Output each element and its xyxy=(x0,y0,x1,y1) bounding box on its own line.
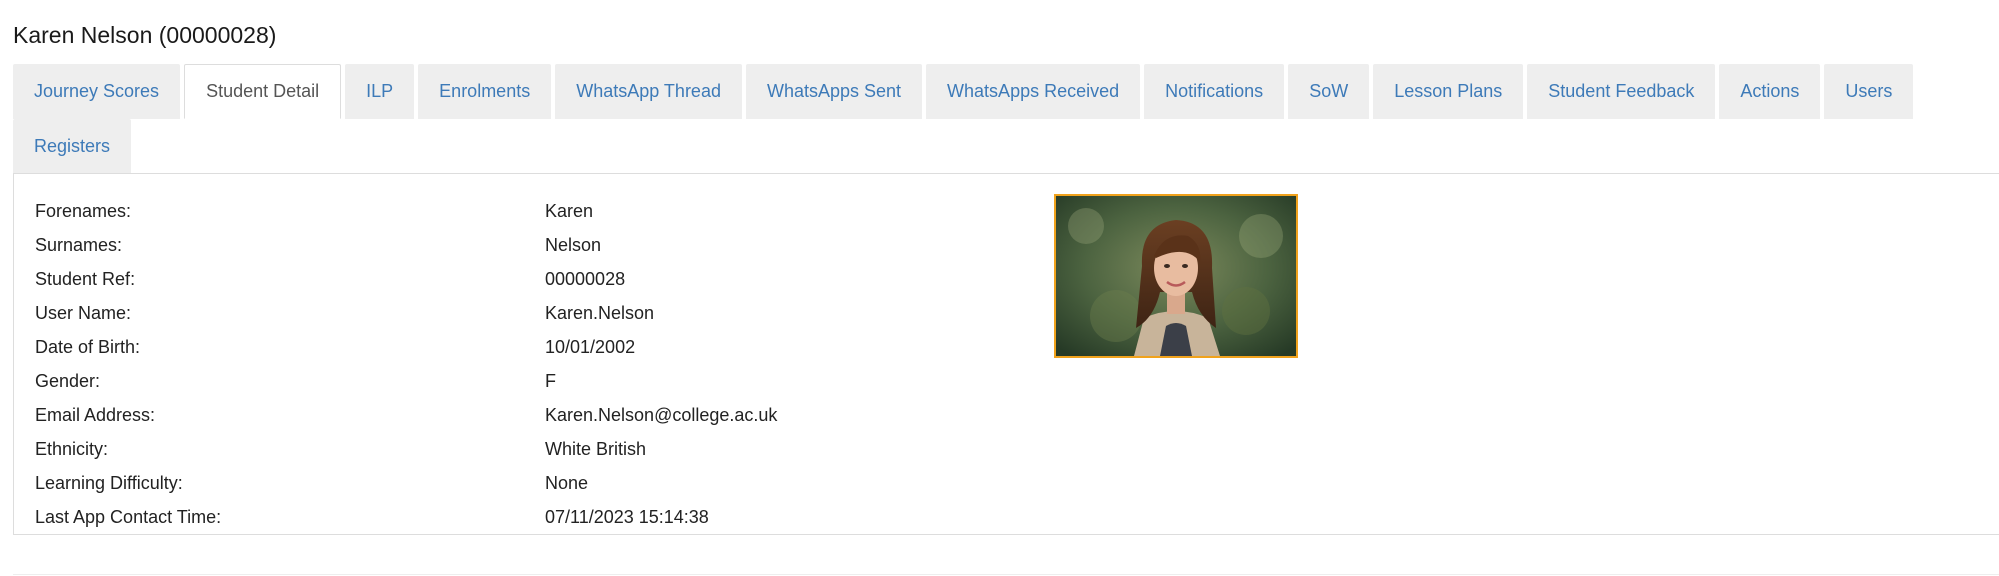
detail-row-user-name: User Name: Karen.Nelson xyxy=(35,296,777,330)
tab-student-feedback[interactable]: Student Feedback xyxy=(1527,64,1716,119)
detail-label: User Name: xyxy=(35,303,132,323)
detail-value: Karen xyxy=(545,201,594,221)
tab-registers[interactable]: Registers xyxy=(13,119,132,174)
detail-label: Gender: xyxy=(35,371,101,391)
detail-value: None xyxy=(545,473,589,493)
detail-row-learning-difficulty: Learning Difficulty: None xyxy=(35,466,777,500)
tab-notifications[interactable]: Notifications xyxy=(1144,64,1285,119)
detail-label: Date of Birth: xyxy=(35,337,141,357)
detail-label: Email Address: xyxy=(35,405,156,425)
detail-label: Student Ref: xyxy=(35,269,136,289)
tab-ilp[interactable]: ILP xyxy=(345,64,415,119)
page-title: Karen Nelson (00000028) xyxy=(13,22,277,48)
student-details-list: Forenames: Karen Surnames: Nelson Studen… xyxy=(35,194,777,534)
tab-bar: Journey Scores Student Detail ILP Enrolm… xyxy=(13,64,1999,174)
student-photo xyxy=(1054,194,1298,358)
footer-divider xyxy=(13,574,1999,575)
tab-enrolments[interactable]: Enrolments xyxy=(418,64,552,119)
detail-value: Karen.Nelson xyxy=(545,303,655,323)
detail-row-date-of-birth: Date of Birth: 10/01/2002 xyxy=(35,330,777,364)
detail-label: Last App Contact Time: xyxy=(35,507,222,527)
tab-sow[interactable]: SoW xyxy=(1288,64,1370,119)
detail-value: 00000028 xyxy=(545,269,626,289)
tab-whatsapps-received[interactable]: WhatsApps Received xyxy=(926,64,1141,119)
tab-journey-scores[interactable]: Journey Scores xyxy=(13,64,181,119)
tab-lesson-plans[interactable]: Lesson Plans xyxy=(1373,64,1524,119)
detail-label: Forenames: xyxy=(35,201,132,221)
student-photo-image xyxy=(1056,196,1296,356)
detail-row-email-address: Email Address: Karen.Nelson@college.ac.u… xyxy=(35,398,777,432)
tab-whatsapps-sent[interactable]: WhatsApps Sent xyxy=(745,64,923,119)
detail-row-gender: Gender: F xyxy=(35,364,777,398)
detail-value: 10/01/2002 xyxy=(545,337,636,357)
detail-value: Nelson xyxy=(545,235,602,255)
detail-row-forenames: Forenames: Karen xyxy=(35,194,777,228)
detail-value: Karen.Nelson@college.ac.uk xyxy=(545,405,778,425)
detail-row-last-app-contact-time: Last App Contact Time: 07/11/2023 15:14:… xyxy=(35,500,777,534)
detail-label: Surnames: xyxy=(35,235,123,255)
detail-value: 07/11/2023 15:14:38 xyxy=(545,507,709,527)
tab-actions[interactable]: Actions xyxy=(1719,64,1821,119)
detail-row-ethnicity: Ethnicity: White British xyxy=(35,432,777,466)
detail-value: White British xyxy=(545,439,647,459)
tab-users[interactable]: Users xyxy=(1824,64,1914,119)
detail-row-surnames: Surnames: Nelson xyxy=(35,228,777,262)
tab-whatsapp-thread[interactable]: WhatsApp Thread xyxy=(555,64,742,119)
detail-label: Learning Difficulty: xyxy=(35,473,183,493)
tab-student-detail[interactable]: Student Detail xyxy=(184,64,342,119)
detail-row-student-ref: Student Ref: 00000028 xyxy=(35,262,777,296)
student-detail-panel: Forenames: Karen Surnames: Nelson Studen… xyxy=(13,173,1999,535)
detail-value: F xyxy=(545,371,556,391)
detail-label: Ethnicity: xyxy=(35,439,109,459)
